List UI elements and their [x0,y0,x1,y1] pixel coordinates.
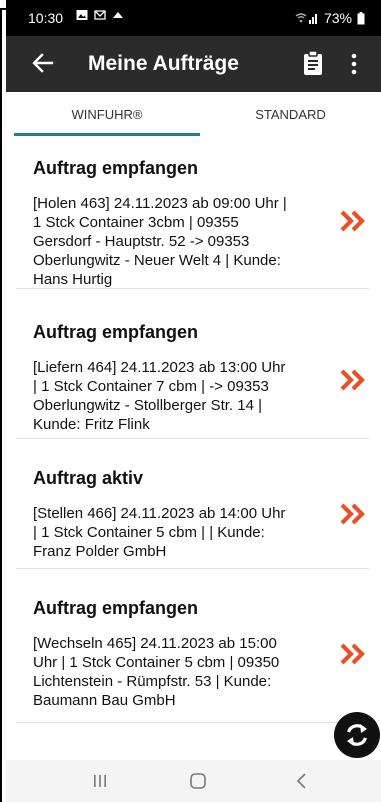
gmail-icon [94,10,106,20]
order-title: Auftrag empfangen [33,322,199,342]
wifi-icon [295,13,317,24]
status-time: 10:30 [28,10,64,26]
order-line: Franz Polder GmbH [33,543,167,560]
status-notification-icons [76,9,124,21]
order-details: [Holen 463] 24.11.2023 ab 09:00 Uhr | 1 … [33,194,323,289]
double-chevron-right-icon[interactable] [338,502,368,526]
order-card[interactable]: Auftrag empfangen [Wechseln 465] 24.11.2… [16,568,369,723]
recents-icon [94,775,106,787]
order-details: [Liefern 464] 24.11.2023 ab 13:00 Uhr | … [33,358,323,434]
home-icon [190,773,206,789]
tab-standard[interactable]: STANDARD [200,92,381,136]
status-bar: 10:30 73% [6,0,381,36]
order-line: Lichtenstein - Rümpfstr. 53 | Kunde: [33,673,272,690]
order-line: | 1 Stck Container 7 cbm | -> 09353 [33,378,269,395]
order-card[interactable]: Auftrag empfangen [Holen 463] 24.11.2023… [16,138,369,289]
tab-indicator [14,133,200,136]
back-icon [296,773,306,789]
sync-button[interactable] [334,712,380,758]
phone-screen: 10:30 73% Meine Aufträge WINFUHR® STANDA… [6,0,381,802]
order-details: [Stellen 466] 24.11.2023 ab 14:00 Uhr | … [33,504,323,561]
order-line: [Holen 463] 24.11.2023 ab 09:00 Uhr | [33,195,287,212]
double-chevron-right-icon[interactable] [338,209,368,233]
tab-bar: WINFUHR® STANDARD [6,92,381,136]
status-right: 73% [295,10,365,26]
order-line: [Liefern 464] 24.11.2023 ab 13:00 Uhr [33,359,286,376]
order-line: Baumann Bau GmbH [33,692,176,709]
order-line: [Stellen 466] 24.11.2023 ab 14:00 Uhr [33,505,286,522]
order-line: | 1 Stck Container 5 cbm | | Kunde: [33,524,265,541]
order-title: Auftrag empfangen [33,158,199,178]
order-line: 1 Stck Container 3cbm | 09355 [33,214,239,231]
recents-button[interactable] [80,768,120,794]
sync-icon [346,724,368,746]
order-line: Oberlungwitz - Neuer Welt 4 | Kunde: [33,252,281,269]
app-bar: Meine Aufträge [6,36,381,92]
system-nav-bar [6,760,381,802]
clipboard-icon[interactable] [302,50,324,76]
cloud-icon [113,12,123,18]
order-line: Gersdorf - Hauptstr. 52 -> 09353 [33,233,250,250]
battery-percent: 73% [323,10,352,26]
tab-winfuhr[interactable]: WINFUHR® [14,92,200,136]
double-chevron-right-icon[interactable] [338,368,368,392]
order-line: Hans Hurtig [33,271,113,288]
page-title: Meine Aufträge [88,52,239,75]
order-details: [Wechseln 465] 24.11.2023 ab 15:00 Uhr |… [33,634,323,710]
order-title: Auftrag empfangen [33,598,199,618]
order-card[interactable]: Auftrag empfangen [Liefern 464] 24.11.20… [16,288,369,439]
more-vert-icon[interactable] [350,52,358,76]
order-title: Auftrag aktiv [33,468,144,488]
home-button[interactable] [178,768,218,794]
order-card[interactable]: Auftrag aktiv [Stellen 466] 24.11.2023 a… [16,438,369,569]
arrow-back-icon[interactable] [30,50,56,76]
frame-edge [0,8,2,802]
battery-icon [357,11,365,24]
order-line: Oberlungwitz - Stollberger Str. 14 | [33,397,262,414]
gallery-icon [76,10,88,20]
order-line: [Wechseln 465] 24.11.2023 ab 15:00 [33,635,277,652]
order-line: Uhr | 1 Stck Container 5 cbm | 09350 [33,654,280,671]
order-line: Kunde: Fritz Flink [33,416,150,433]
back-button[interactable] [282,768,322,794]
double-chevron-right-icon[interactable] [338,642,368,666]
